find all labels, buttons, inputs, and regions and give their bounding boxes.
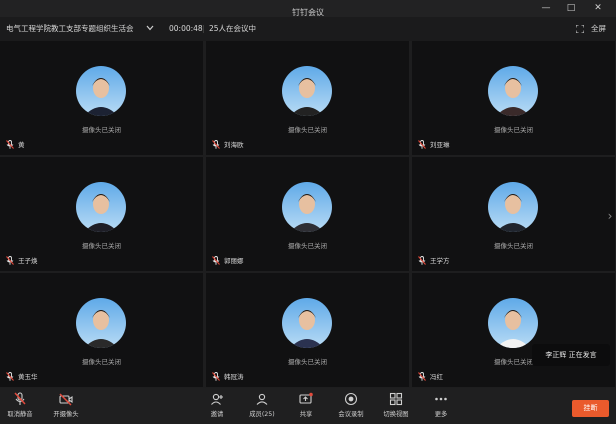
mic-muted-icon [418, 255, 426, 265]
minimize-button[interactable]: — [536, 0, 556, 17]
fullscreen-label[interactable]: 全屏 [591, 17, 606, 41]
mic-muted-icon [14, 392, 26, 405]
more-icon [435, 397, 447, 401]
more-button[interactable]: 更多 [432, 392, 450, 418]
maximize-button[interactable]: □ [561, 0, 581, 17]
meeting-title[interactable]: 电气工程学院教工支部专题组织生活会 [6, 17, 134, 41]
share-label: 共享 [299, 411, 313, 418]
members-icon [256, 393, 268, 405]
unmute-button[interactable]: 取消静音 [6, 392, 34, 418]
share-screen-icon [299, 392, 313, 404]
share-button[interactable]: 共享 [297, 392, 315, 418]
add-user-icon [211, 393, 223, 405]
title-bar: 钉钉会议 — □ ✕ [0, 0, 616, 17]
participant-name: 王子焕 [18, 257, 38, 265]
participant-name: 韩冠涛 [224, 373, 244, 381]
participant-name: 王学方 [430, 257, 450, 265]
invite-button[interactable]: 邀请 [206, 392, 228, 418]
mic-muted-icon [6, 139, 14, 149]
participant-name-row: 王子焕 [6, 255, 38, 265]
mic-muted-icon [212, 139, 220, 149]
participant-tile[interactable]: 摄像头已关闭黄玉华 [0, 273, 203, 387]
unmute-label: 取消静音 [7, 411, 33, 418]
camera-off-label: 摄像头已关闭 [288, 126, 327, 134]
participant-tile[interactable]: 摄像头已关闭黄 [0, 41, 203, 155]
meeting-toolbar: 取消静音 开摄像头 邀请 成员(25) 共享 会议录制 切换视图 更多 挂断 [0, 388, 616, 424]
participant-name: 刘亚琳 [430, 141, 450, 149]
mic-muted-icon [6, 255, 14, 265]
participant-name-row: 刘海欧 [212, 139, 244, 149]
avatar [488, 298, 538, 348]
participant-tile[interactable]: 摄像头已关闭王学方 [412, 157, 615, 271]
camera-off-label: 摄像头已关闭 [82, 242, 121, 250]
switch-view-button[interactable]: 切换视图 [381, 392, 411, 418]
grid-view-icon [389, 392, 403, 406]
mic-muted-icon [418, 371, 426, 381]
participant-tile[interactable]: 摄像头已关闭郭丽娜 [206, 157, 409, 271]
record-label: 会议录制 [338, 411, 364, 418]
mic-muted-icon [6, 371, 14, 381]
record-icon [344, 392, 358, 406]
participant-tile[interactable]: 摄像头已关闭刘海欧 [206, 41, 409, 155]
camera-off-label: 摄像头已关闭 [288, 358, 327, 366]
avatar [488, 66, 538, 116]
record-button[interactable]: 会议录制 [336, 392, 366, 418]
participant-name: 冯红 [430, 373, 443, 381]
members-label: 成员(25) [249, 411, 275, 418]
camera-button[interactable]: 开摄像头 [49, 392, 83, 418]
avatar [76, 298, 126, 348]
camera-off-icon [59, 393, 73, 406]
participant-name-row: 王学方 [418, 255, 450, 265]
avatar [76, 182, 126, 232]
participant-name-row: 韩冠涛 [212, 371, 244, 381]
meeting-timer: 00:00:48 [169, 24, 203, 33]
participant-tile[interactable]: 摄像头已关闭刘亚琳 [412, 41, 615, 155]
camera-off-label: 摄像头已关闭 [494, 126, 533, 134]
more-label: 更多 [434, 411, 448, 418]
participant-count: 25人在会议中 [209, 24, 257, 33]
next-page-arrow-icon[interactable]: › [604, 201, 616, 231]
participant-name: 郭丽娜 [224, 257, 244, 265]
avatar [76, 66, 126, 116]
camera-off-label: 摄像头已关闭 [288, 242, 327, 250]
window-title: 钉钉会议 [292, 8, 324, 17]
camera-off-label: 摄像头已关闭 [82, 358, 121, 366]
members-button[interactable]: 成员(25) [247, 392, 277, 418]
active-speaker-toast: 李正辉 正在发言 [532, 344, 610, 366]
avatar [282, 182, 332, 232]
mic-muted-icon [418, 139, 426, 149]
camera-label: 开摄像头 [53, 411, 79, 418]
invite-label: 邀请 [210, 411, 224, 418]
divider: | [202, 24, 205, 33]
participant-name: 黄 [18, 141, 25, 149]
meeting-info-bar: 电气工程学院教工支部专题组织生活会 00:00:48 | 25人在会议中 全屏 [0, 17, 616, 41]
leave-button[interactable]: 挂断 [572, 400, 609, 417]
camera-off-label: 摄像头已关闭 [82, 126, 121, 134]
chevron-down-icon[interactable] [146, 17, 154, 41]
participant-name-row: 黄玉华 [6, 371, 38, 381]
mic-muted-icon [212, 255, 220, 265]
fullscreen-icon[interactable] [576, 25, 584, 33]
close-button[interactable]: ✕ [588, 0, 608, 17]
participant-tile[interactable]: 摄像头已关闭王子焕 [0, 157, 203, 271]
participant-name-row: 刘亚琳 [418, 139, 450, 149]
participant-name: 黄玉华 [18, 373, 38, 381]
participant-name: 刘海欧 [224, 141, 244, 149]
avatar [282, 298, 332, 348]
mic-muted-icon [212, 371, 220, 381]
participant-name-row: 冯红 [418, 371, 443, 381]
participant-name-row: 黄 [6, 139, 25, 149]
participant-tile[interactable]: 摄像头已关闭韩冠涛 [206, 273, 409, 387]
avatar [488, 182, 538, 232]
participant-name-row: 郭丽娜 [212, 255, 244, 265]
participant-tile[interactable]: 摄像头已关闭 冯红 [412, 273, 615, 387]
camera-off-label: 摄像头已关闭 [494, 242, 533, 250]
switch-view-label: 切换视图 [383, 411, 409, 418]
avatar [282, 66, 332, 116]
